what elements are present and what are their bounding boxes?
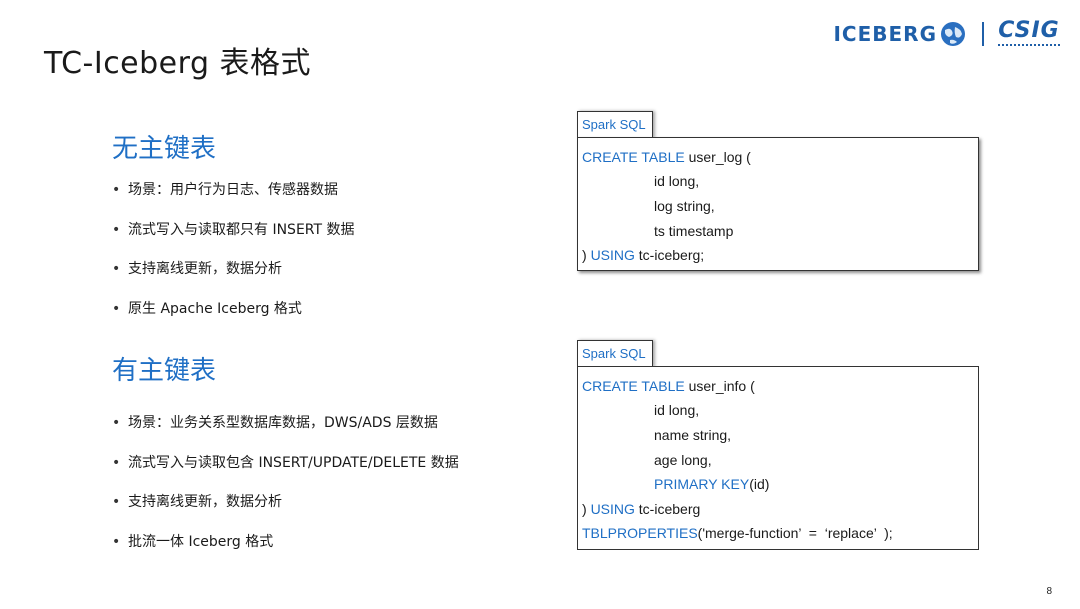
- code-line: ts timestamp: [654, 223, 734, 239]
- code-line: TBLPROPERTIES('merge-function’ = ‘replac…: [582, 525, 893, 541]
- code-line: ) USING tc-iceberg;: [582, 247, 705, 263]
- code-line: CREATE TABLE user_info (: [582, 378, 755, 394]
- bullet-item: 批流一体 Iceberg 格式: [112, 532, 459, 572]
- globe-icon: [941, 22, 965, 46]
- code-line: CREATE TABLE user_log (: [582, 149, 751, 165]
- bullet-list-primary-key: 场景：业务关系型数据库数据，DWS/ADS 层数据 流式写入与读取包含 INSE…: [112, 413, 459, 571]
- logo-divider: [982, 22, 984, 46]
- page-number: 8: [1046, 586, 1052, 597]
- code-line: name string,: [654, 427, 732, 443]
- code-line: PRIMARY KEY(id): [654, 476, 770, 492]
- bullet-item: 场景：用户行为日志、传感器数据: [112, 180, 355, 220]
- bullet-item: 流式写入与读取包含 INSERT/UPDATE/DELETE 数据: [112, 453, 459, 493]
- section-heading-primary-key: 有主键表: [112, 356, 217, 386]
- code-line: id long,: [654, 173, 700, 189]
- csig-logo-tagline: [998, 43, 1060, 49]
- code-line: ) USING tc-iceberg: [582, 501, 701, 517]
- section-heading-no-primary-key: 无主键表: [112, 134, 217, 164]
- code-line: log string,: [654, 198, 715, 214]
- csig-logo-text: CSIG: [998, 17, 1060, 43]
- code-line: id long,: [654, 402, 700, 418]
- bullet-item: 流式写入与读取都只有 INSERT 数据: [112, 220, 355, 260]
- bullet-item: 原生 Apache Iceberg 格式: [112, 299, 355, 339]
- code-tab-spark-sql: Spark SQL: [577, 340, 653, 367]
- page-title: TC-Iceberg 表格式: [44, 46, 312, 81]
- csig-logo: CSIG: [998, 17, 1060, 49]
- code-tab-spark-sql: Spark SQL: [577, 111, 653, 138]
- code-block-user-log: CREATE TABLE user_log ( id long, log str…: [577, 137, 979, 271]
- code-block-user-info: CREATE TABLE user_info ( id long, name s…: [577, 366, 979, 550]
- bullet-list-no-primary-key: 场景：用户行为日志、传感器数据 流式写入与读取都只有 INSERT 数据 支持离…: [112, 180, 355, 338]
- bullet-item: 场景：业务关系型数据库数据，DWS/ADS 层数据: [112, 413, 459, 453]
- bullet-item: 支持离线更新，数据分析: [112, 259, 355, 299]
- iceberg-logo: ICEBERG: [833, 22, 937, 46]
- logo-area: ICEBERG CSIG: [833, 18, 1060, 50]
- code-line: age long,: [654, 452, 712, 468]
- bullet-item: 支持离线更新，数据分析: [112, 492, 459, 532]
